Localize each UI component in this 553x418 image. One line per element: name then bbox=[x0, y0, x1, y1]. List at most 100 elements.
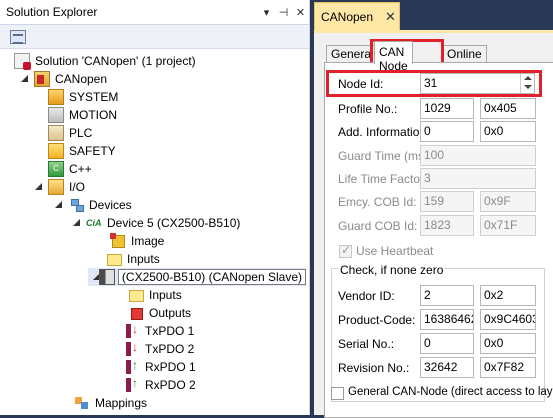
tree-item-motion[interactable]: MOTION bbox=[48, 106, 117, 124]
solution-explorer-panel: Solution Explorer ▾ ⊣ ✕ Solution 'CANope… bbox=[0, 0, 310, 415]
expander-open-icon[interactable] bbox=[92, 272, 100, 282]
tree-item-plc[interactable]: PLC bbox=[48, 124, 92, 142]
tree-item-rxpdo2[interactable]: RxPDO 2 bbox=[110, 376, 196, 394]
txpdo-icon bbox=[124, 340, 140, 357]
expander-closed-icon[interactable] bbox=[34, 92, 44, 102]
tree-item-cpp[interactable]: C C++ bbox=[48, 160, 92, 178]
expander-closed-icon[interactable] bbox=[110, 344, 120, 354]
folder-icon bbox=[106, 251, 122, 267]
check-group-title: Check, if none zero bbox=[338, 263, 446, 277]
guard-cob-id-hex-field[interactable]: 0x71F bbox=[480, 215, 536, 236]
tree-item-label: SYSTEM bbox=[69, 90, 119, 104]
guard-time-field[interactable]: 100 bbox=[420, 145, 536, 166]
dropdown-icon[interactable]: ▾ bbox=[258, 6, 275, 19]
tree-item-canopen-slave[interactable]: (CX2500-B510) (CANopen Slave) bbox=[88, 268, 306, 286]
tree-item-image[interactable]: Image bbox=[110, 232, 164, 250]
tree-item-label: MOTION bbox=[69, 108, 117, 122]
document-tab-canopen[interactable]: CANopen ✕ bbox=[314, 2, 400, 30]
tree-item-slave-inputs[interactable]: Inputs bbox=[128, 286, 182, 304]
spinner-icon[interactable] bbox=[520, 74, 534, 93]
tree-item-project[interactable]: CANopen bbox=[20, 70, 107, 88]
profile-no-field[interactable]: 1029 bbox=[420, 98, 474, 119]
use-heartbeat-label: Use Heartbeat bbox=[356, 244, 434, 258]
close-icon[interactable]: ✕ bbox=[292, 6, 309, 19]
devices-icon bbox=[68, 197, 84, 213]
node-id-field[interactable]: 31 bbox=[420, 73, 535, 94]
revision-no-field[interactable]: 32642 bbox=[420, 357, 474, 378]
tree-item-label: Devices bbox=[89, 198, 132, 212]
vendor-id-label: Vendor ID: bbox=[338, 289, 395, 303]
tree-item-label: RxPDO 1 bbox=[145, 360, 196, 374]
expander-open-icon[interactable] bbox=[72, 218, 82, 228]
io-icon bbox=[48, 179, 64, 195]
tree-item-rxpdo1[interactable]: RxPDO 1 bbox=[110, 358, 196, 376]
product-code-field[interactable]: 16386462 bbox=[420, 309, 474, 330]
outputs-icon bbox=[128, 305, 144, 321]
expander-closed-icon[interactable] bbox=[110, 362, 120, 372]
revision-no-hex-field[interactable]: 0x7F82 bbox=[480, 357, 536, 378]
txpdo-icon bbox=[124, 322, 140, 339]
tree-item-label: (CX2500-B510) (CANopen Slave) bbox=[117, 269, 306, 285]
node-id-label: Node Id: bbox=[338, 77, 384, 91]
tree-item-label: SAFETY bbox=[69, 144, 116, 158]
tree-item-txpdo2[interactable]: TxPDO 2 bbox=[110, 340, 194, 358]
properties-icon[interactable] bbox=[10, 29, 26, 44]
can-node-panel: Node Id: 31 Profile No.: 1029 0x405 Add.… bbox=[324, 62, 553, 418]
profile-no-hex-field[interactable]: 0x405 bbox=[480, 98, 536, 119]
tree-item-mappings[interactable]: Mappings bbox=[74, 394, 147, 412]
expander-closed-icon[interactable] bbox=[110, 326, 120, 336]
guard-cob-id-field[interactable]: 1823 bbox=[420, 215, 474, 236]
solution-explorer-toolbar bbox=[0, 25, 309, 49]
add-information-label: Add. Information: bbox=[338, 125, 430, 139]
life-time-factor-field[interactable]: 3 bbox=[420, 168, 536, 189]
expander-closed-icon[interactable] bbox=[92, 254, 102, 264]
tree-item-inputs[interactable]: Inputs bbox=[92, 250, 160, 268]
document-tab-title: CANopen bbox=[321, 9, 374, 24]
tab-online[interactable]: Online bbox=[442, 45, 487, 63]
tree-item-label: PLC bbox=[69, 126, 93, 140]
document-body: General CAN Node Online Node Id: 31 Prof… bbox=[314, 30, 553, 418]
tree-item-devices[interactable]: Devices bbox=[54, 196, 132, 214]
vendor-id-field[interactable]: 2 bbox=[420, 285, 474, 306]
profile-no-label: Profile No.: bbox=[338, 102, 398, 116]
add-information-hex-field[interactable]: 0x0 bbox=[480, 121, 536, 142]
vendor-id-hex-field[interactable]: 0x2 bbox=[480, 285, 536, 306]
serial-no-field[interactable]: 0 bbox=[420, 333, 474, 354]
plc-icon bbox=[48, 125, 64, 141]
tree-item-txpdo1[interactable]: TxPDO 1 bbox=[110, 322, 194, 340]
emcy-cob-id-field[interactable]: 159 bbox=[420, 191, 474, 212]
cia-icon: CiA bbox=[86, 218, 102, 228]
tab-can-node[interactable]: CAN Node bbox=[374, 41, 413, 73]
canopen-document: CANopen ✕ General CAN Node Online Node I… bbox=[312, 0, 553, 418]
tree-item-safety[interactable]: SAFETY bbox=[48, 142, 116, 160]
tree-item-solution[interactable]: Solution 'CANopen' (1 project) bbox=[14, 52, 196, 70]
tree-item-label: C++ bbox=[69, 162, 92, 176]
expander-open-icon[interactable] bbox=[34, 182, 44, 192]
serial-no-label: Serial No.: bbox=[338, 337, 395, 351]
slave-device-icon bbox=[98, 269, 115, 285]
tree-item-system[interactable]: SYSTEM bbox=[34, 88, 118, 106]
pin-icon[interactable]: ⊣ bbox=[275, 6, 292, 19]
add-information-field[interactable]: 0 bbox=[420, 121, 474, 142]
expander-open-icon[interactable] bbox=[20, 74, 30, 84]
solution-explorer-title: Solution Explorer bbox=[6, 5, 98, 19]
tree-item-label: Device 5 (CX2500-B510) bbox=[107, 216, 241, 230]
tree-item-slave-outputs[interactable]: Outputs bbox=[128, 304, 191, 322]
tree-item-label: Solution 'CANopen' (1 project) bbox=[35, 54, 196, 68]
mappings-icon bbox=[74, 395, 90, 411]
general-can-node-checkbox[interactable] bbox=[331, 387, 344, 400]
expander-closed-icon[interactable] bbox=[110, 380, 120, 390]
tree-item-io[interactable]: I/O bbox=[34, 178, 85, 196]
product-code-hex-field[interactable]: 0x9C4603 bbox=[480, 309, 536, 330]
serial-no-hex-field[interactable]: 0x0 bbox=[480, 333, 536, 354]
image-icon bbox=[110, 233, 126, 249]
tree-item-label: I/O bbox=[69, 180, 86, 194]
expander-open-icon[interactable] bbox=[54, 200, 64, 210]
use-heartbeat-checkbox[interactable] bbox=[339, 243, 352, 258]
close-icon[interactable]: ✕ bbox=[385, 9, 399, 25]
tree-item-device5[interactable]: CiA Device 5 (CX2500-B510) bbox=[72, 214, 240, 232]
folder-icon bbox=[128, 287, 144, 303]
project-icon bbox=[34, 71, 50, 87]
emcy-cob-id-label: Emcy. COB Id: bbox=[338, 195, 417, 209]
emcy-cob-id-hex-field[interactable]: 0x9F bbox=[480, 191, 536, 212]
